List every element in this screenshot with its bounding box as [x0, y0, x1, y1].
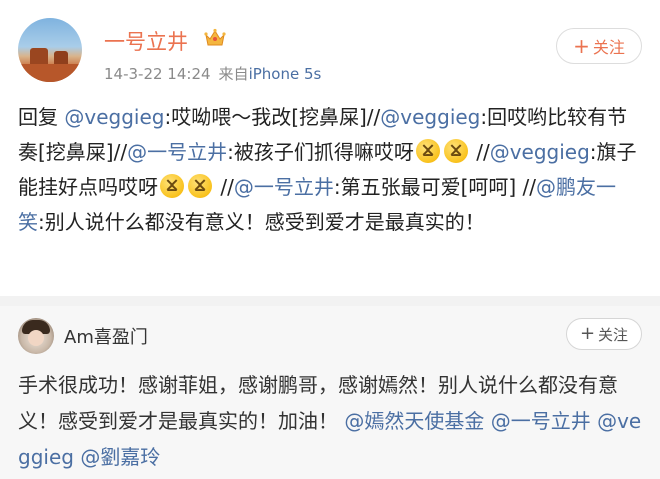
- post-text-segment: :哎呦喂～我改[挖鼻屎]//: [164, 105, 381, 129]
- follow-label: 关注: [598, 325, 629, 344]
- crown-icon: [204, 28, 226, 46]
- source-prefix: 来自: [218, 65, 249, 83]
- mention-link[interactable]: @一号立井: [491, 409, 591, 433]
- frustrated-emoji-icon: [443, 139, 468, 163]
- avatar-ground: [18, 64, 82, 82]
- post-text-segment: 回复: [18, 105, 65, 129]
- author-avatar[interactable]: [18, 18, 82, 82]
- post-meta: 14-3-22 14:24 来自iPhone 5s: [104, 63, 321, 84]
- mention-link[interactable]: @veggieg: [490, 140, 590, 164]
- source-device[interactable]: iPhone 5s: [249, 65, 322, 83]
- comment-body: 手术很成功！感谢菲姐，感谢鹏哥，感谢嫣然！别人说什么都没有意义！感受到爱才是最真…: [18, 367, 642, 475]
- commenter-name[interactable]: Am喜盈门: [64, 323, 148, 349]
- commenter-avatar[interactable]: [18, 318, 54, 354]
- mention-link[interactable]: @veggieg: [380, 105, 480, 129]
- author-name[interactable]: 一号立井: [104, 26, 188, 56]
- post-text-segment: :被孩子们抓得嘛哎呀: [227, 140, 414, 164]
- plus-icon: +: [579, 323, 596, 344]
- comment-item: Am喜盈门 + 关注 手术很成功！感谢菲姐，感谢鹏哥，感谢嫣然！别人说什么都没有…: [0, 306, 660, 479]
- follow-button[interactable]: + 关注: [556, 28, 642, 64]
- post-text-segment: :第五张最可爱[呵呵] //: [333, 175, 537, 199]
- avatar-face: [28, 330, 44, 346]
- frustrated-emoji-icon: [160, 174, 184, 198]
- frustrated-emoji-icon: [188, 174, 212, 198]
- weibo-post: 一号立井 14-3-22 14:24 来自iPhone 5s + 关注 回复 @v…: [0, 0, 660, 296]
- post-text-segment: //: [214, 175, 234, 199]
- post-text-segment: //: [469, 140, 490, 164]
- post-body: 回复 @veggieg:哎呦喂～我改[挖鼻屎]//@veggieg:回哎哟比较有…: [18, 100, 642, 240]
- mention-link[interactable]: @劉嘉玲: [80, 445, 160, 469]
- post-timestamp: 14-3-22 14:24: [104, 65, 211, 83]
- commenter-follow-button[interactable]: + 关注: [566, 318, 642, 350]
- mention-link[interactable]: @veggieg: [64, 105, 164, 129]
- post-text-segment: :别人说什么都没有意义！感受到爱才是最真实的！: [38, 210, 485, 234]
- frustrated-emoji-icon: [415, 139, 440, 163]
- mention-link[interactable]: @一号立井: [234, 175, 334, 199]
- mention-link[interactable]: @嫣然天使基金: [344, 409, 484, 433]
- mention-link[interactable]: @一号立井: [127, 140, 227, 164]
- follow-label: 关注: [592, 38, 625, 57]
- section-divider: [0, 296, 660, 306]
- plus-icon: +: [573, 34, 590, 58]
